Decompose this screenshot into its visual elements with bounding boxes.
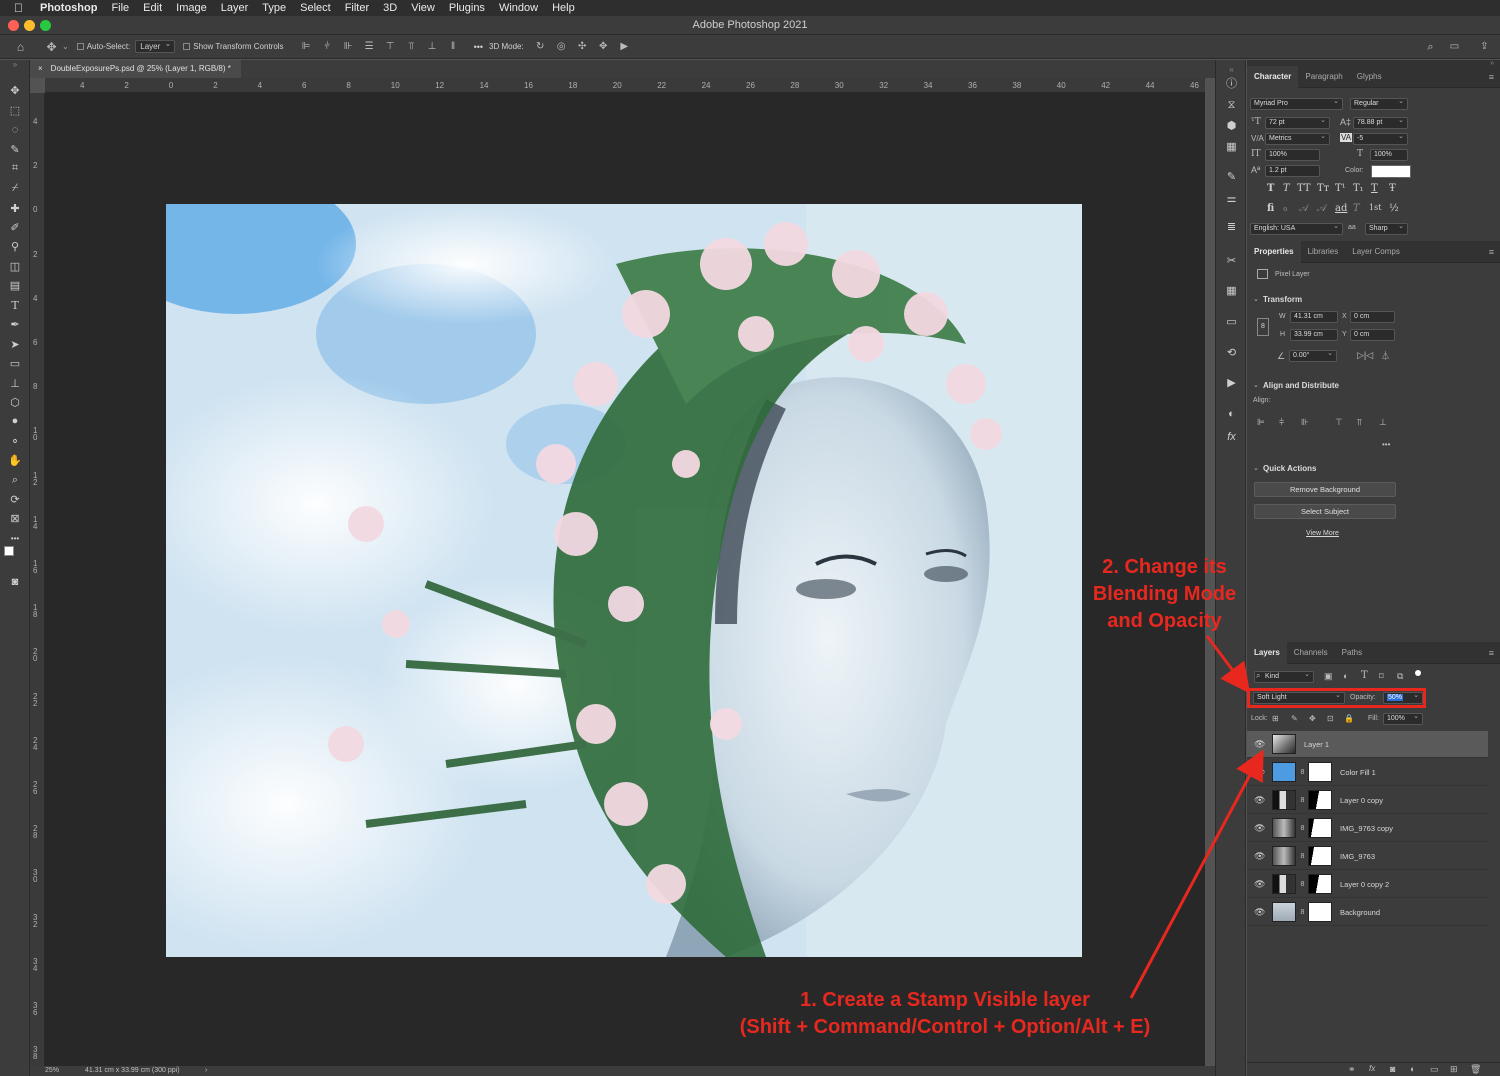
annotation-step-2-line-1: 2. Change its — [1102, 556, 1227, 578]
annotation-step-1: 1. Create a Stamp Visible layer (Shift +… — [700, 987, 1190, 1041]
annotation-step-2-line-2: Blending Mode — [1092, 583, 1237, 605]
annotation-step-1-line-2: (Shift + Command/Control + Option/Alt + … — [739, 1016, 1151, 1038]
annotation-arrows — [1129, 635, 1264, 999]
annotation-step-1-line-1: 1. Create a Stamp Visible layer — [800, 989, 1090, 1011]
annotation-step-2-line-3: and Opacity — [1107, 610, 1222, 632]
annotation-step-2: 2. Change its Blending Mode and Opacity — [1072, 554, 1257, 635]
